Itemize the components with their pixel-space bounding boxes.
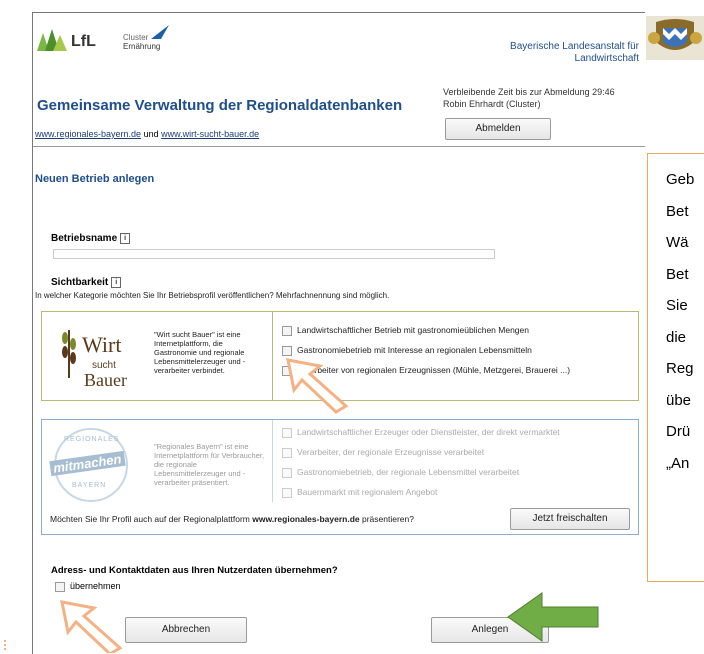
name-label: Betriebsname — [51, 233, 118, 244]
unlock-question-prefix: Möchten Sie Ihr Profil auch auf der Regi… — [50, 514, 250, 524]
link-connector: und — [143, 129, 159, 139]
adopt-label: übernehmen — [70, 581, 121, 591]
rb-options: Landwirtschaftlicher Erzeuger oder Diens… — [282, 422, 560, 502]
wsb-divider — [272, 312, 273, 400]
coat-of-arms-icon — [646, 16, 704, 60]
cluster-logo-line2: Ernährung — [123, 42, 161, 51]
lfl-logo-text: LfL — [71, 33, 96, 50]
wsb-option-label: Gastronomiebetrieb mit Interesse an regi… — [297, 345, 532, 355]
header-divider — [33, 146, 645, 147]
callout-line: übe — [666, 391, 692, 409]
institution-line2: Landwirtschaft — [574, 53, 639, 64]
wsb-option[interactable]: Landwirtschaftlicher Betrieb mit gastron… — [282, 320, 570, 340]
lfl-logo: LfL — [37, 29, 115, 53]
rb-option-label: Bauernmarkt mit regionalem Angebot — [297, 487, 438, 497]
callout-line: Geb — [666, 171, 695, 188]
visibility-question: In welcher Kategorie möchten Sie Ihr Bet… — [35, 291, 390, 300]
callout-line: Reg — [666, 360, 694, 377]
checkbox[interactable] — [282, 325, 292, 336]
instruction-callout: Geb Bet Wä Bet Sie die Reg übe Drü „An — [647, 153, 704, 582]
callout-line: „An — [666, 454, 690, 472]
rb-box: REGIONALES mitmachen BAYERN "Regionales … — [41, 419, 639, 535]
visibility-label-row: Sichtbarkeit i — [51, 277, 122, 288]
rb-option: Gastronomiebetrieb, der regionale Lebens… — [282, 462, 560, 482]
unlock-question-suffix: präsentieren? — [362, 514, 414, 524]
checkbox — [282, 487, 292, 498]
callout-line: Bet — [666, 202, 689, 220]
unlock-button[interactable]: Jetzt freischalten — [510, 508, 630, 530]
section-title: Neuen Betrieb anlegen — [35, 173, 155, 185]
link-regionales-bayern[interactable]: www.regionales-bayern.de — [35, 129, 141, 139]
callout-line: Wä — [666, 234, 689, 251]
rb-option-label: Gastronomiebetrieb, der regionale Lebens… — [297, 467, 520, 477]
corner-mark — [4, 640, 14, 650]
cancel-button[interactable]: Abbrechen — [125, 617, 247, 643]
cluster-logo: Cluster Ernährung — [123, 25, 183, 55]
wheat-icon — [62, 330, 76, 378]
betriebsname-input[interactable] — [53, 249, 495, 259]
callout-text: Geb Bet Wä Bet Sie die Reg übe Drü „An — [666, 164, 694, 479]
logout-button[interactable]: Abmelden — [445, 118, 551, 140]
wsb-logo-line3: Bauer — [84, 370, 127, 390]
rb-logo-bottom: BAYERN — [72, 482, 107, 489]
callout-line: Bet — [666, 265, 689, 283]
lfl-logo-icon — [37, 29, 67, 51]
link-wirt-sucht-bauer[interactable]: www.wirt-sucht-bauer.de — [161, 129, 259, 139]
checkbox — [282, 427, 292, 438]
browser-page: LfL Cluster Ernährung Bayerische Landesa… — [32, 12, 645, 654]
checkbox — [282, 447, 292, 458]
rb-option: Bauernmarkt mit regionalem Angebot — [282, 482, 560, 502]
address-question: Adress- und Kontaktdaten aus Ihren Nutze… — [51, 565, 338, 576]
rb-option: Verarbeiter, der regionale Erzeugnisse v… — [282, 442, 560, 462]
adopt-checkbox-row[interactable]: übernehmen — [55, 581, 121, 592]
cluster-arrow-icon — [151, 25, 169, 39]
wsb-logo-line1: Wirt — [82, 332, 122, 357]
unlock-question-site: www.regionales-bayern.de — [252, 514, 360, 524]
wsb-option-label: Landwirtschaftlicher Betrieb mit gastron… — [297, 325, 529, 335]
institution-line1: Bayerische Landesanstalt für — [510, 41, 639, 52]
rb-divider — [272, 420, 273, 502]
wsb-description: "Wirt sucht Bauer" ist eine Internetplat… — [154, 330, 246, 375]
callout-line: die — [666, 328, 687, 346]
info-icon[interactable]: i — [120, 233, 131, 244]
rb-logo: REGIONALES mitmachen BAYERN — [49, 428, 136, 502]
rb-option: Landwirtschaftlicher Erzeuger oder Diens… — [282, 422, 560, 442]
page-title: Gemeinsame Verwaltung der Regionaldatenb… — [37, 97, 403, 114]
rb-logo-top: REGIONALES — [64, 436, 120, 443]
checkbox[interactable] — [282, 345, 292, 356]
visibility-label: Sichtbarkeit — [51, 277, 109, 288]
orange-arrow-icon — [286, 358, 349, 414]
green-arrow-icon — [507, 592, 599, 642]
rb-option-label: Verarbeiter, der regionale Erzeugnisse v… — [297, 447, 485, 457]
session-timer: Verbleibende Zeit bis zur Abmeldung 29:4… — [443, 87, 615, 97]
rb-description: "Regionales Bayern" ist eine Internetpla… — [154, 442, 265, 487]
wsb-logo: Wirt sucht Bauer — [58, 318, 148, 394]
user-name: Robin Ehrhardt (Cluster) — [443, 99, 541, 109]
unlock-question: Möchten Sie Ihr Profil auch auf der Regi… — [50, 514, 414, 524]
rb-option-label: Landwirtschaftlicher Erzeuger oder Diens… — [297, 427, 560, 437]
orange-arrow-icon — [60, 600, 123, 653]
platform-links: www.regionales-bayern.de und www.wirt-su… — [35, 129, 259, 139]
name-label-row: Betriebsname i — [51, 233, 131, 244]
info-icon[interactable]: i — [111, 277, 122, 288]
institution-name: Bayerische Landesanstalt für Landwirtsch… — [453, 41, 639, 65]
callout-line: Drü — [666, 423, 691, 440]
adopt-checkbox[interactable] — [55, 581, 65, 592]
checkbox — [282, 467, 292, 478]
cluster-logo-line1: Cluster — [123, 33, 149, 42]
callout-line: Sie — [666, 297, 688, 314]
